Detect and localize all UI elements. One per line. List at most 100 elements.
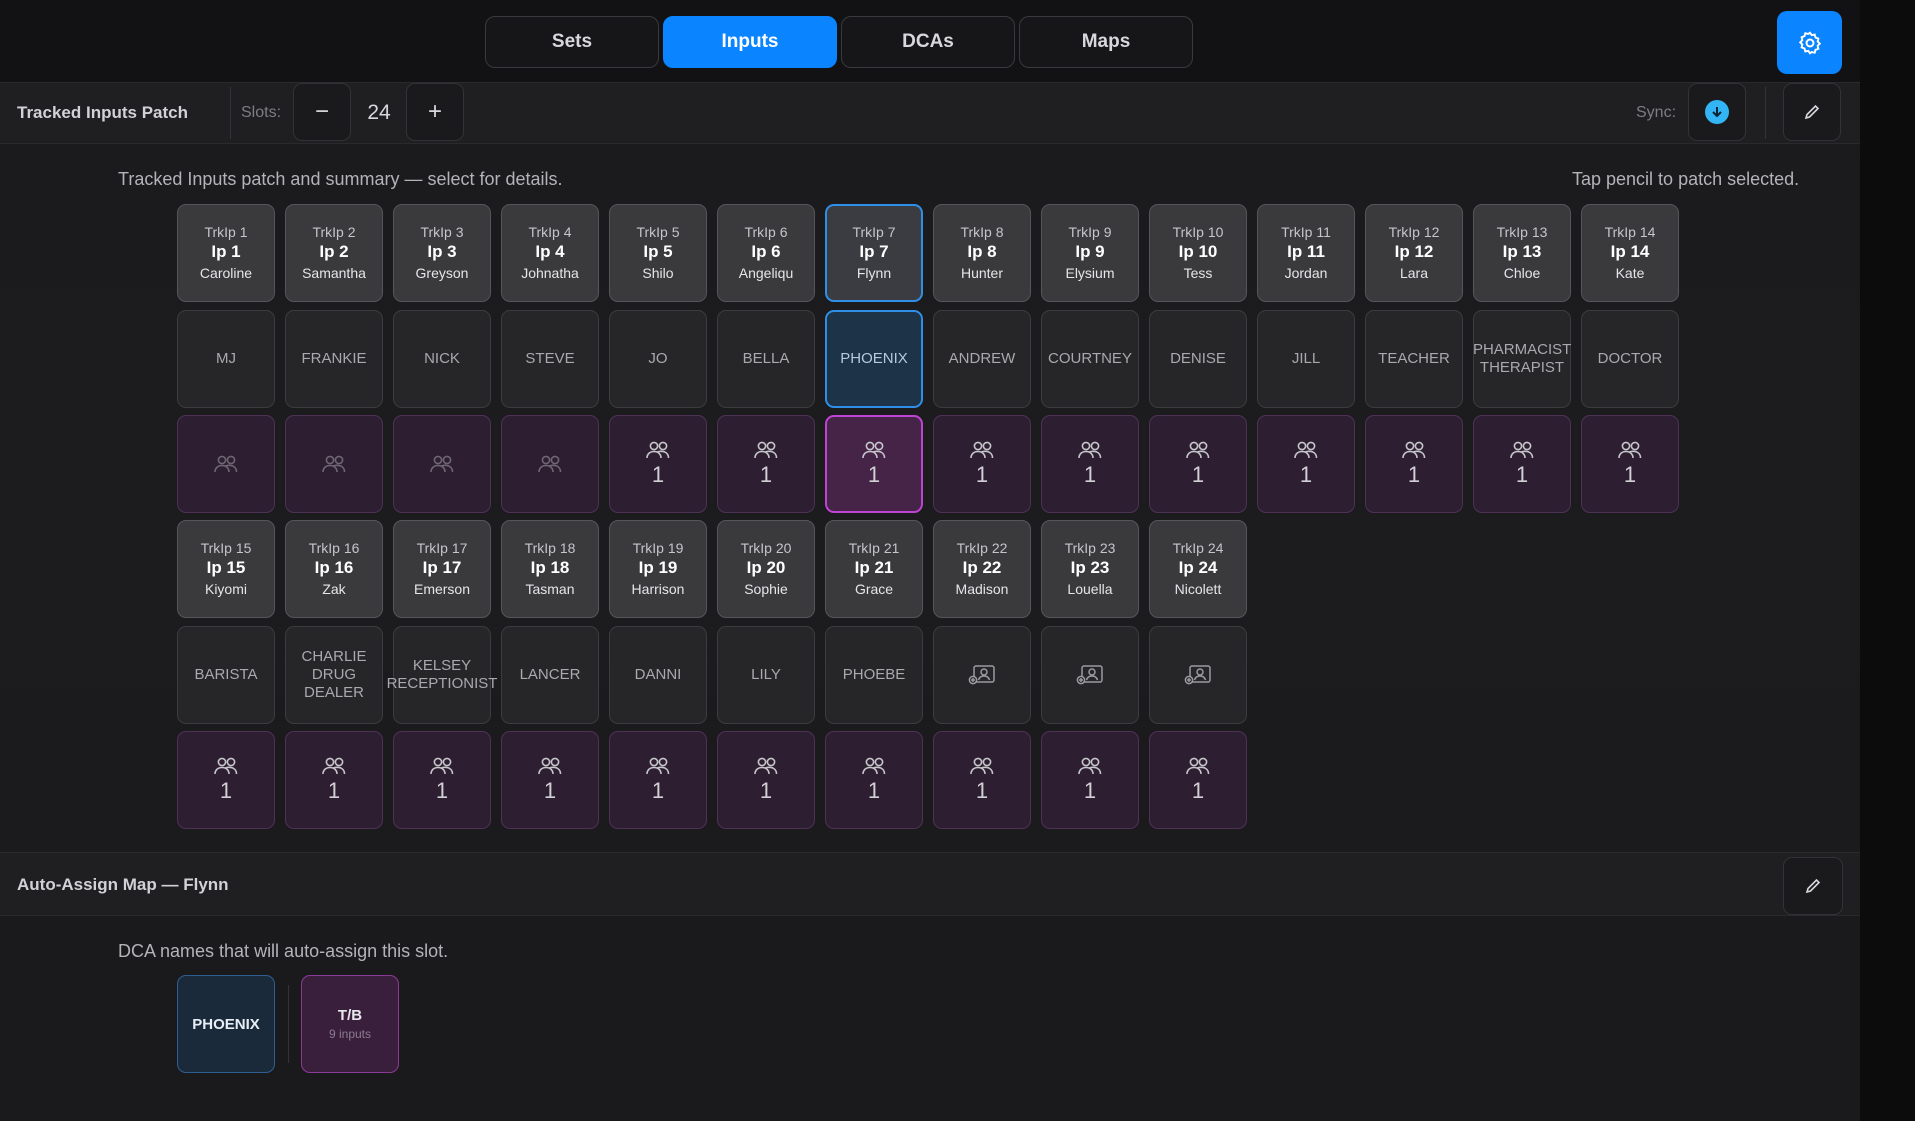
input-slot[interactable]: TrkIp 10 Ip 10 Tess <box>1149 204 1247 302</box>
input-owner: Shilo <box>642 265 674 281</box>
dca-name-label: ANDREW <box>948 350 1016 367</box>
divider <box>288 985 289 1063</box>
group-slot[interactable] <box>177 415 275 513</box>
input-slot[interactable]: TrkIp 7 Ip 7 Flynn <box>825 204 923 302</box>
group-slot[interactable]: 1 <box>1149 415 1247 513</box>
group-slot[interactable]: 1 <box>1581 415 1679 513</box>
input-slot[interactable]: TrkIp 9 Ip 9 Elysium <box>1041 204 1139 302</box>
input-slot[interactable]: TrkIp 17 Ip 17 Emerson <box>393 520 491 618</box>
group-slot[interactable]: 1 <box>1041 731 1139 829</box>
input-slot[interactable]: TrkIp 5 Ip 5 Shilo <box>609 204 707 302</box>
dca-name-slot[interactable]: MJ <box>177 310 275 408</box>
dca-name-slot[interactable]: PHOEBE <box>825 626 923 724</box>
input-owner: Caroline <box>199 265 253 281</box>
tab-dcas[interactable]: DCAs <box>841 16 1015 68</box>
dca-phoenix[interactable]: PHOENIX <box>177 975 275 1073</box>
dca-name-slot[interactable]: DOCTOR <box>1581 310 1679 408</box>
group-slot[interactable]: 1 <box>717 415 815 513</box>
tab-inputs[interactable]: Inputs <box>663 16 837 68</box>
input-slot[interactable]: TrkIp 22 Ip 22 Madison <box>933 520 1031 618</box>
input-slot[interactable]: TrkIp 2 Ip 2 Samantha <box>285 204 383 302</box>
input-slot[interactable]: TrkIp 3 Ip 3 Greyson <box>393 204 491 302</box>
people-icon <box>1186 441 1210 459</box>
tracked-input-label: TrkIp 20 <box>740 540 792 556</box>
group-slot[interactable]: 1 <box>717 731 815 829</box>
input-slot[interactable]: TrkIp 21 Ip 21 Grace <box>825 520 923 618</box>
group-slot[interactable]: 1 <box>825 415 923 513</box>
edit-auto-assign-button[interactable] <box>1783 857 1843 915</box>
group-slot[interactable]: 1 <box>933 731 1031 829</box>
group-slot[interactable]: 1 <box>285 731 383 829</box>
dca-name-slot[interactable]: PHARMACIST THERAPIST <box>1473 310 1571 408</box>
tracked-input-label: TrkIp 22 <box>956 540 1008 556</box>
input-number: Ip 16 <box>314 558 354 577</box>
group-slot[interactable] <box>393 415 491 513</box>
dca-tb[interactable]: T/B 9 inputs <box>301 975 399 1073</box>
group-slot[interactable]: 1 <box>1473 415 1571 513</box>
input-slot[interactable]: TrkIp 13 Ip 13 Chloe <box>1473 204 1571 302</box>
dca-name-label: TEACHER <box>1378 350 1450 367</box>
dca-name-slot[interactable]: COURTNEY <box>1041 310 1139 408</box>
sync-button[interactable] <box>1688 83 1746 141</box>
group-slot[interactable]: 1 <box>1041 415 1139 513</box>
group-slot[interactable]: 1 <box>501 731 599 829</box>
dca-name-slot[interactable]: DANNI <box>609 626 707 724</box>
input-slot[interactable]: TrkIp 20 Ip 20 Sophie <box>717 520 815 618</box>
group-slot[interactable]: 1 <box>825 731 923 829</box>
group-slot[interactable]: 1 <box>1365 415 1463 513</box>
input-slot[interactable]: TrkIp 19 Ip 19 Harrison <box>609 520 707 618</box>
group-slot[interactable] <box>501 415 599 513</box>
group-slot[interactable]: 1 <box>1257 415 1355 513</box>
people-icon <box>1294 441 1318 459</box>
assign-dca-slot[interactable] <box>933 626 1031 724</box>
assign-dca-slot[interactable] <box>1041 626 1139 724</box>
app-window: Sets Inputs DCAs Maps Tracked Inputs Pat… <box>0 0 1860 1121</box>
input-slot[interactable]: TrkIp 16 Ip 16 Zak <box>285 520 383 618</box>
input-slot[interactable]: TrkIp 11 Ip 11 Jordan <box>1257 204 1355 302</box>
dca-name-slot[interactable]: TEACHER <box>1365 310 1463 408</box>
input-slot[interactable]: TrkIp 6 Ip 6 Angeliqu <box>717 204 815 302</box>
sync-label: Sync: <box>1636 104 1677 121</box>
group-slot[interactable]: 1 <box>393 731 491 829</box>
input-slot[interactable]: TrkIp 14 Ip 14 Kate <box>1581 204 1679 302</box>
input-slot[interactable]: TrkIp 4 Ip 4 Johnatha <box>501 204 599 302</box>
dca-name-slot[interactable]: ANDREW <box>933 310 1031 408</box>
group-slot[interactable]: 1 <box>177 731 275 829</box>
input-slot[interactable]: TrkIp 12 Ip 12 Lara <box>1365 204 1463 302</box>
input-slot[interactable]: TrkIp 24 Ip 24 Nicolett <box>1149 520 1247 618</box>
tab-maps[interactable]: Maps <box>1019 16 1193 68</box>
dca-name-slot[interactable]: CHARLIE DRUG DEALER <box>285 626 383 724</box>
dca-name-slot[interactable]: DENISE <box>1149 310 1247 408</box>
input-slot[interactable]: TrkIp 18 Ip 18 Tasman <box>501 520 599 618</box>
dca-name-slot[interactable]: FRANKIE <box>285 310 383 408</box>
dca-name-slot[interactable]: JILL <box>1257 310 1355 408</box>
assign-dca-slot[interactable] <box>1149 626 1247 724</box>
group-slot[interactable]: 1 <box>1149 731 1247 829</box>
dca-name-slot[interactable]: BELLA <box>717 310 815 408</box>
input-slot[interactable]: TrkIp 8 Ip 8 Hunter <box>933 204 1031 302</box>
slots-decrement-button[interactable]: − <box>293 83 351 141</box>
dca-name-slot[interactable]: LILY <box>717 626 815 724</box>
tab-sets[interactable]: Sets <box>485 16 659 68</box>
dca-name-slot[interactable]: BARISTA <box>177 626 275 724</box>
dca-name-slot[interactable]: JO <box>609 310 707 408</box>
input-slot[interactable]: TrkIp 15 Ip 15 Kiyomi <box>177 520 275 618</box>
dca-name-slot[interactable]: KELSEY RECEPTIONIST <box>387 626 497 724</box>
input-slot[interactable]: TrkIp 1 Ip 1 Caroline <box>177 204 275 302</box>
edit-patch-button[interactable] <box>1783 83 1841 141</box>
group-slot[interactable]: 1 <box>933 415 1031 513</box>
group-slot[interactable] <box>285 415 383 513</box>
dca-name-slot[interactable]: LANCER <box>501 626 599 724</box>
group-slot[interactable]: 1 <box>609 415 707 513</box>
input-slot[interactable]: TrkIp 23 Ip 23 Louella <box>1041 520 1139 618</box>
dca-name-slot[interactable]: PHOENIX <box>825 310 923 408</box>
group-slot[interactable]: 1 <box>609 731 707 829</box>
dca-name-label: PHARMACIST THERAPIST <box>1472 341 1572 376</box>
patch-description: Tracked Inputs patch and summary — selec… <box>118 169 563 189</box>
dca-name-label: COURTNEY <box>1048 350 1132 367</box>
slots-increment-button[interactable]: + <box>406 83 464 141</box>
dca-name-slot[interactable]: NICK <box>393 310 491 408</box>
dca-name-slot[interactable]: STEVE <box>501 310 599 408</box>
settings-button[interactable] <box>1777 11 1842 74</box>
input-owner: Lara <box>1399 265 1429 281</box>
